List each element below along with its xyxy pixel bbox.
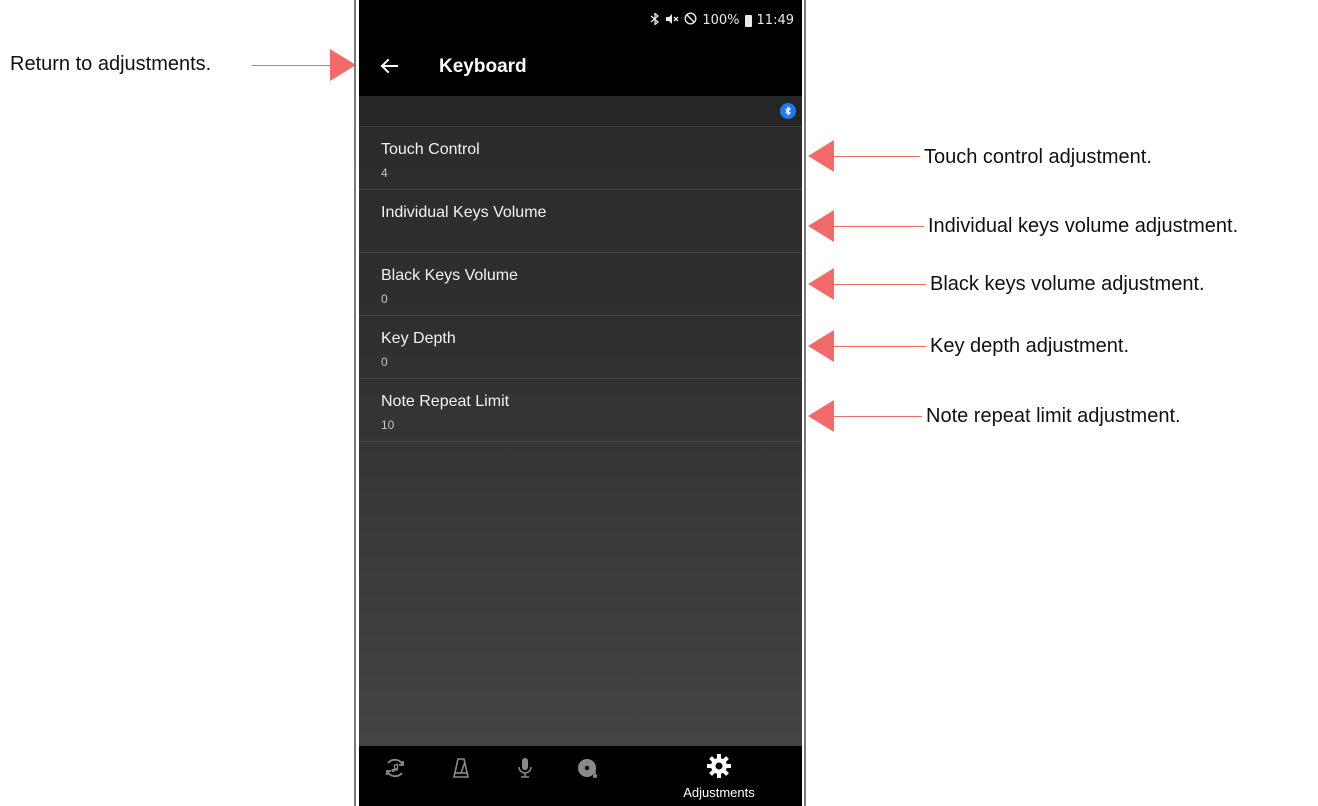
mute-icon [665,13,679,29]
page-title: Keyboard [439,56,527,77]
nav-item-metronome[interactable] [439,746,483,806]
annotation-key-depth: Key depth adjustment. [930,335,1130,357]
setting-title: Touch Control [381,141,480,158]
status-icons: 100% 11:49 [650,11,794,29]
annotation-line-note-repeat [832,416,922,417]
annotation-individual-keys: Individual keys volume adjustment. [928,215,1239,237]
setting-touch-control[interactable]: Touch Control 4 [359,127,802,190]
setting-key-depth[interactable]: Key Depth 0 [359,316,802,379]
gear-icon [707,754,731,778]
back-arrow-icon [380,58,398,74]
annotation-arrowhead-touch-control [808,140,834,172]
setting-title: Key Depth [381,330,456,347]
annotation-arrowhead-return [330,49,356,81]
record-disc-icon [578,759,597,778]
battery-percent: 100% [702,13,740,28]
annotation-arrowhead-individual-keys [808,210,834,242]
metronome-icon [453,758,469,778]
annotation-line-black-keys [832,284,926,285]
setting-value: 4 [381,166,388,180]
setting-black-keys-volume[interactable]: Black Keys Volume 0 [359,253,802,316]
battery-icon [744,14,752,27]
status-bar: 100% 11:49 [359,0,802,36]
setting-title: Individual Keys Volume [381,204,547,221]
back-button[interactable] [373,50,405,82]
annotation-line-individual-keys [832,226,924,227]
setting-note-repeat-limit[interactable]: Note Repeat Limit 10 [359,379,802,442]
annotation-touch-control: Touch control adjustment. [924,146,1152,168]
annotation-arrowhead-key-depth [808,330,834,362]
settings-list: Touch Control 4 Individual Keys Volume B… [359,127,802,442]
annotation-line-return [252,65,332,66]
nav-item-music-loop[interactable] [373,746,417,806]
app-bar: Keyboard [359,36,802,96]
bottom-nav: Adjustments [359,746,802,806]
setting-title: Note Repeat Limit [381,393,510,410]
nav-label-adjustments: Adjustments [683,785,755,800]
setting-value: 0 [381,292,388,306]
nav-item-recorder[interactable] [567,746,611,806]
do-not-disturb-icon [684,12,697,29]
bluetooth-icon [650,11,660,29]
annotation-arrowhead-note-repeat [808,400,834,432]
phone-screen: 100% 11:49 Keyboard Touch Control 4 Indi… [359,0,802,806]
microphone-icon [518,758,532,778]
connection-strip [359,96,802,127]
annotation-return: Return to adjustments. [10,53,212,75]
clock: 11:49 [756,13,794,28]
setting-value: 10 [381,418,395,432]
annotation-line-touch-control [832,156,920,157]
setting-title: Black Keys Volume [381,267,518,284]
annotation-note-repeat: Note repeat limit adjustment. [926,405,1181,427]
music-loop-icon [386,758,404,778]
nav-item-adjustments[interactable]: Adjustments [659,746,779,806]
phone-frame: 100% 11:49 Keyboard Touch Control 4 Indi… [354,0,806,806]
annotation-line-key-depth [832,346,926,347]
nav-item-microphone[interactable] [503,746,547,806]
annotation-black-keys: Black keys volume adjustment. [930,273,1205,295]
setting-individual-keys-volume[interactable]: Individual Keys Volume [359,190,802,253]
setting-value: 0 [381,355,388,369]
bluetooth-connected-icon[interactable] [780,103,796,119]
annotation-arrowhead-black-keys [808,268,834,300]
